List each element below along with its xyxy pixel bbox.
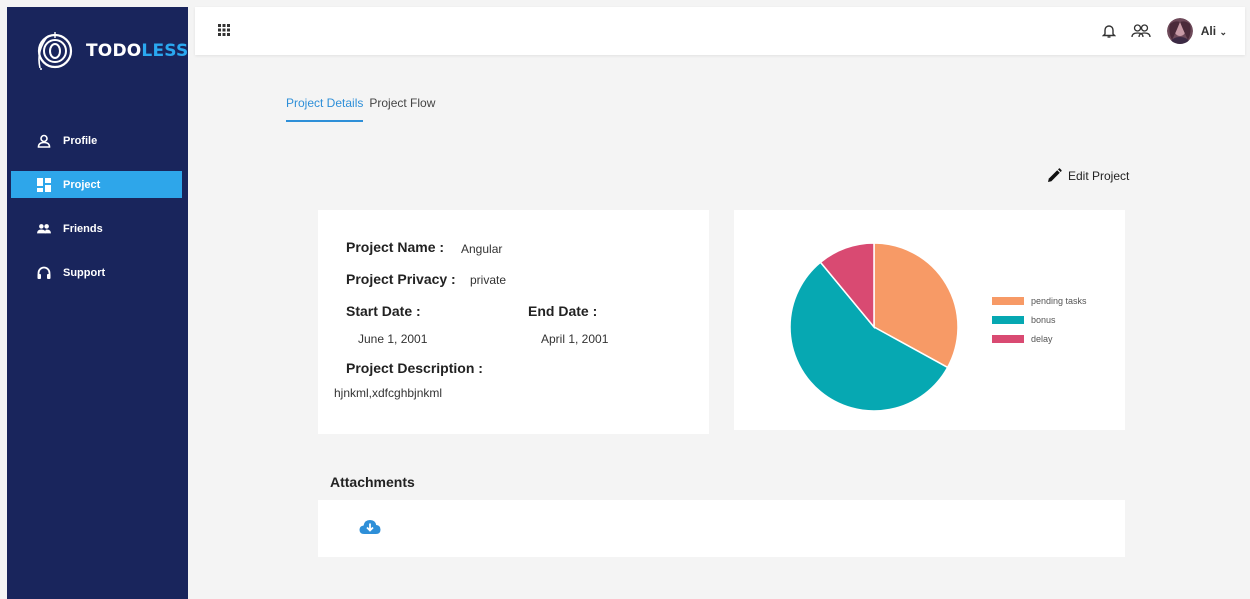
legend-item: delay bbox=[992, 334, 1053, 344]
project-chart-card: pending tasks bonus delay bbox=[734, 210, 1125, 430]
cloud-download-icon[interactable] bbox=[359, 519, 381, 535]
tab-project-details[interactable]: Project Details bbox=[286, 96, 364, 122]
fingerprint-logo-icon bbox=[37, 32, 73, 70]
start-date-value: June 1, 2001 bbox=[358, 332, 428, 346]
user-name: Ali bbox=[1200, 24, 1217, 38]
project-tabs: Project Details Project Flow bbox=[286, 96, 441, 122]
sidebar: TODOLESS Profile Project Friends Support bbox=[7, 7, 188, 599]
user-menu[interactable]: Ali ⌄ bbox=[1201, 24, 1227, 38]
project-privacy-label: Project Privacy : bbox=[346, 271, 456, 287]
app-logo[interactable]: TODOLESS bbox=[32, 27, 188, 75]
legend-item: bonus bbox=[992, 315, 1056, 325]
project-name-label: Project Name : bbox=[346, 239, 445, 255]
brand-name: TODOLESS bbox=[86, 41, 189, 61]
legend-label: bonus bbox=[1031, 315, 1056, 325]
top-right-controls: Ali ⌄ bbox=[1099, 17, 1227, 45]
users-icon[interactable] bbox=[1131, 21, 1151, 41]
legend-label: pending tasks bbox=[1031, 296, 1087, 306]
headset-icon bbox=[37, 266, 51, 280]
start-date-label: Start Date : bbox=[346, 303, 421, 319]
attachments-card bbox=[318, 500, 1125, 557]
sidebar-item-label: Project bbox=[63, 178, 101, 191]
pencil-icon bbox=[1048, 168, 1062, 182]
legend-swatch bbox=[992, 297, 1024, 305]
project-privacy-value: private bbox=[470, 273, 507, 287]
sidebar-item-label: Profile bbox=[63, 134, 98, 147]
legend-label: delay bbox=[1031, 334, 1053, 344]
project-details-card: Project Name : Angular Project Privacy :… bbox=[318, 210, 709, 434]
attachments-title: Attachments bbox=[330, 474, 415, 490]
project-description-value: hjnkml,xdfcghbjnkml bbox=[334, 386, 443, 400]
dashboard-icon bbox=[37, 177, 51, 192]
bell-icon[interactable] bbox=[1099, 21, 1119, 41]
sidebar-nav: Profile Project Friends Support bbox=[11, 127, 182, 303]
end-date-label: End Date : bbox=[528, 303, 598, 319]
project-description-label: Project Description : bbox=[346, 360, 483, 376]
sidebar-item-project[interactable]: Project bbox=[11, 171, 182, 198]
sidebar-item-friends[interactable]: Friends bbox=[11, 215, 182, 242]
user-icon bbox=[37, 134, 51, 148]
avatar[interactable] bbox=[1166, 18, 1193, 44]
legend-swatch bbox=[992, 335, 1024, 343]
legend-swatch bbox=[992, 316, 1024, 324]
end-date-value: April 1, 2001 bbox=[541, 332, 609, 346]
top-bar: Ali ⌄ bbox=[195, 7, 1245, 55]
people-icon bbox=[37, 222, 51, 236]
project-name-value: Angular bbox=[461, 242, 503, 256]
sidebar-item-label: Friends bbox=[63, 222, 103, 235]
tab-project-flow[interactable]: Project Flow bbox=[369, 96, 435, 122]
sidebar-item-label: Support bbox=[63, 266, 106, 279]
legend-item: pending tasks bbox=[992, 296, 1087, 306]
pie-chart bbox=[789, 242, 959, 412]
edit-project-label: Edit Project bbox=[1068, 169, 1130, 183]
edit-project-button[interactable]: Edit Project bbox=[1046, 168, 1129, 184]
sidebar-item-support[interactable]: Support bbox=[11, 259, 182, 286]
chevron-down-icon: ⌄ bbox=[1219, 27, 1227, 37]
apps-grid-icon[interactable] bbox=[217, 23, 231, 37]
sidebar-item-profile[interactable]: Profile bbox=[11, 127, 182, 154]
